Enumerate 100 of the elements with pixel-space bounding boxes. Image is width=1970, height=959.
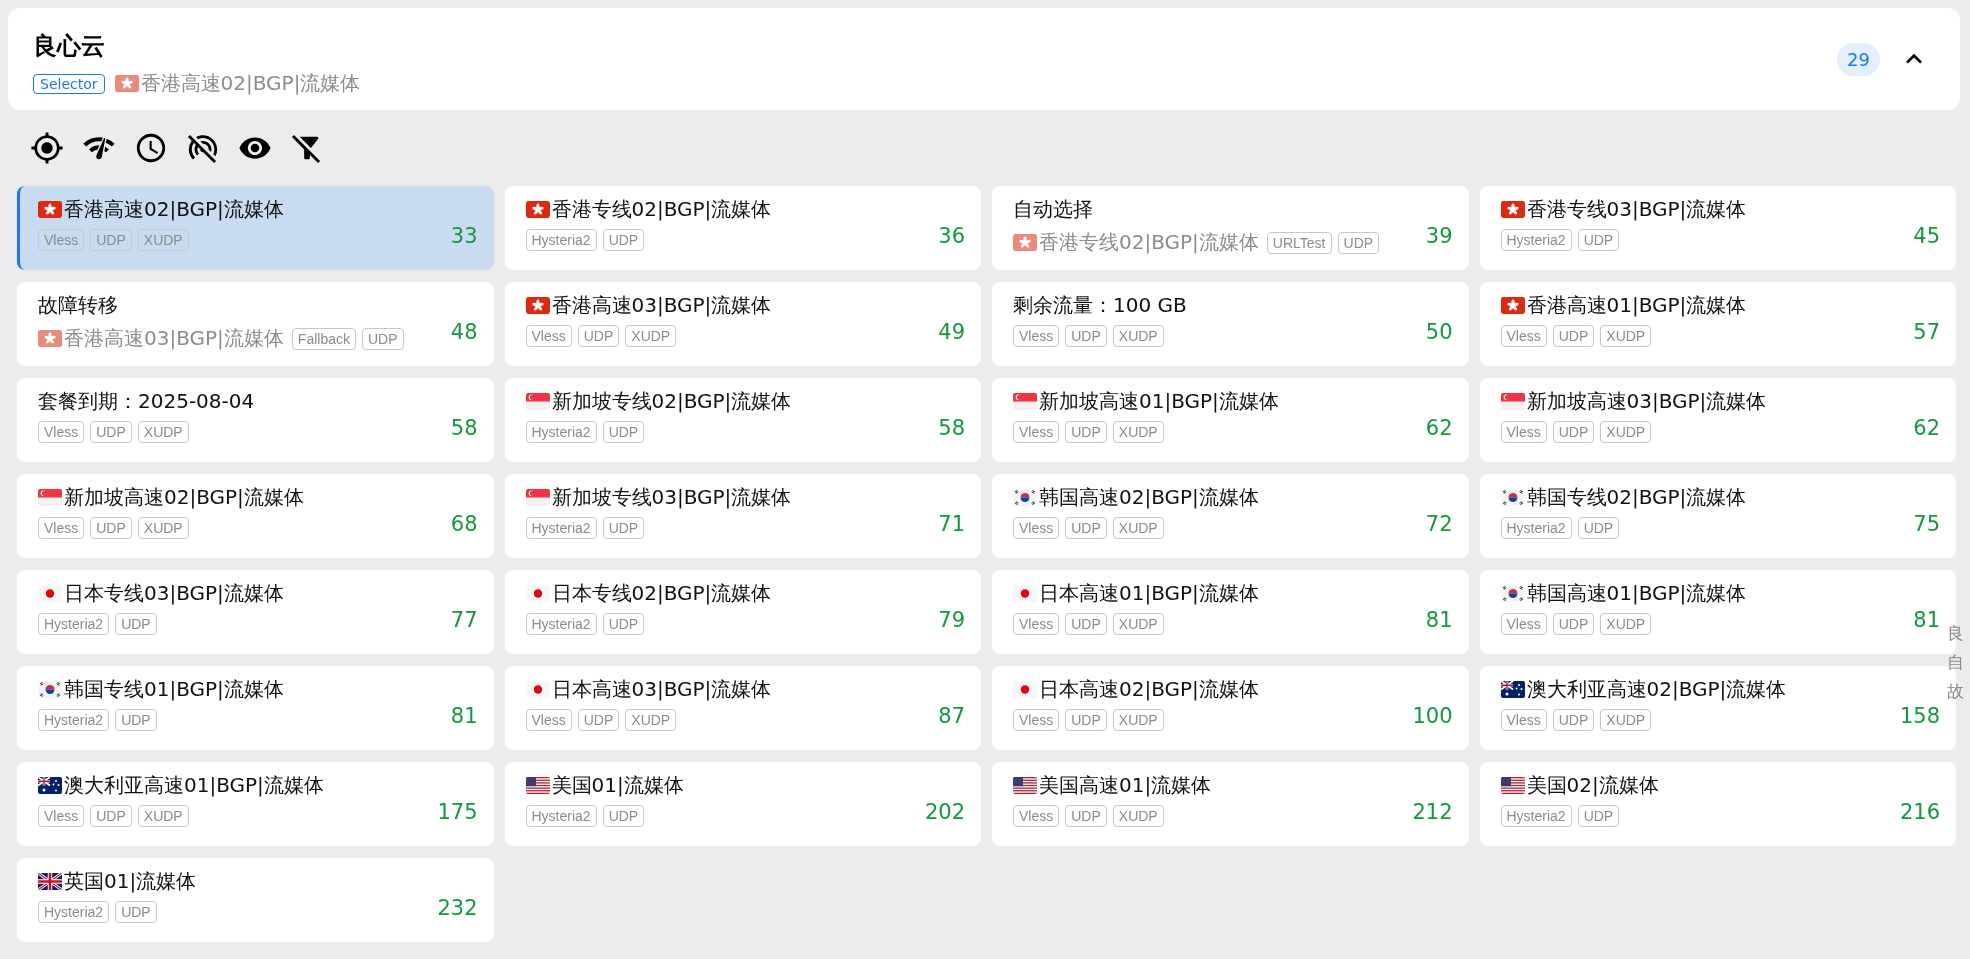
proxy-card[interactable]: 日本专线02|BGP|流媒体 Hysteria2 UDP 79: [504, 570, 981, 654]
proxy-card[interactable]: 韩国专线01|BGP|流媒体 Hysteria2 UDP 81: [17, 666, 494, 750]
proxy-name: 日本高速01|BGP|流媒体: [1039, 580, 1259, 607]
proxy-name: 套餐到期：2025-08-04: [38, 388, 255, 415]
proxy-card[interactable]: 韩国专线02|BGP|流媒体 Hysteria2 UDP 75: [1479, 474, 1956, 558]
protocol-tag: UDP: [602, 421, 645, 443]
protocol-tag: Vless: [1013, 805, 1060, 827]
proxy-name: 韩国专线02|BGP|流媒体: [1526, 484, 1747, 511]
protocol-tag: Vless: [1500, 325, 1547, 347]
proxy-card[interactable]: 香港高速01|BGP|流媒体 Vless UDP XUDP 57: [1479, 282, 1956, 366]
proxy-card[interactable]: 新加坡高速03|BGP|流媒体 Vless UDP XUDP 62: [1479, 378, 1956, 462]
proxy-name: 美国01|流媒体: [551, 772, 684, 799]
protocol-tag: XUDP: [1600, 325, 1652, 347]
proxy-card[interactable]: 香港专线03|BGP|流媒体 Hysteria2 UDP 45: [1479, 186, 1956, 270]
protocol-tag: XUDP: [1600, 421, 1652, 443]
protocol-tag: Vless: [1013, 325, 1060, 347]
protocol-tag: Hysteria2: [525, 421, 597, 443]
protocol-tag: Hysteria2: [525, 805, 597, 827]
flag-icon: [525, 585, 550, 602]
protocol-tag: UDP: [1065, 805, 1107, 827]
protocol-tag: XUDP: [137, 229, 189, 251]
delay-value: 33: [450, 224, 478, 248]
delay-value: 158: [1899, 704, 1940, 728]
protocol-tag: Hysteria2: [1500, 805, 1572, 827]
proxy-card[interactable]: 新加坡高速02|BGP|流媒体 Vless UDP XUDP 68: [17, 474, 494, 558]
proxy-count: 29: [1837, 42, 1880, 76]
protocol-tag: XUDP: [1112, 613, 1164, 635]
delay-value: 68: [450, 512, 478, 536]
delay-value: 45: [1913, 224, 1940, 248]
protocol-tag: Vless: [38, 805, 85, 827]
proxy-card[interactable]: 澳大利亚高速01|BGP|流媒体 Vless UDP XUDP 175: [17, 762, 494, 846]
protocol-tag: UDP: [362, 327, 404, 350]
flag-icon: [38, 330, 62, 347]
protocol-tag: Vless: [38, 229, 85, 251]
proxy-name: 韩国专线01|BGP|流媒体: [64, 676, 284, 703]
protocol-tag: Fallback: [291, 327, 356, 350]
protocol-tag: UDP: [1065, 613, 1107, 635]
proxy-card[interactable]: 自动选择 香港专线02|BGP|流媒体 URLTest UDP 39: [992, 186, 1469, 270]
proxy-card[interactable]: 韩国高速02|BGP|流媒体 Vless UDP XUDP 72: [992, 474, 1469, 558]
proxy-card[interactable]: 美国高速01|流媒体 Vless UDP XUDP 212: [992, 762, 1469, 846]
protocol-tag: Hysteria2: [38, 901, 110, 923]
flag-icon: [1500, 393, 1525, 410]
protocol-tag: UDP: [1577, 229, 1620, 251]
proxy-card[interactable]: 剩余流量：100 GB Vless UDP XUDP 50: [992, 282, 1469, 366]
locate-button[interactable]: [28, 130, 66, 166]
flag-icon: [38, 681, 62, 698]
delay-value: 81: [1425, 608, 1453, 632]
proxy-card[interactable]: 香港高速03|BGP|流媒体 Vless UDP XUDP 49: [504, 282, 981, 366]
flag-icon: [525, 681, 550, 698]
delay-value: 72: [1425, 512, 1453, 536]
proxy-card[interactable]: 英国01|流媒体 Hysteria2 UDP 232: [17, 858, 494, 942]
proxy-card[interactable]: 新加坡专线03|BGP|流媒体 Hysteria2 UDP 71: [504, 474, 981, 558]
protocol-tag: XUDP: [137, 421, 189, 443]
proxy-card[interactable]: 新加坡专线02|BGP|流媒体 Hysteria2 UDP 58: [504, 378, 981, 462]
delay-value: 71: [938, 512, 965, 536]
protocol-tag: UDP: [1552, 613, 1595, 635]
protocol-tag: UDP: [602, 229, 645, 251]
proxy-card[interactable]: 套餐到期：2025-08-04 Vless UDP XUDP 58: [17, 378, 494, 462]
protocol-tag: XUDP: [1112, 421, 1164, 443]
delay-value: 212: [1412, 800, 1453, 824]
proxy-name: 美国02|流媒体: [1526, 772, 1659, 799]
proxy-name: 日本高速02|BGP|流媒体: [1039, 676, 1259, 703]
protocol-tag: XUDP: [625, 325, 677, 347]
protocol-tag: Hysteria2: [525, 517, 597, 539]
proxy-card[interactable]: 日本专线03|BGP|流媒体 Hysteria2 UDP 77: [17, 570, 494, 654]
proxy-card[interactable]: 香港专线02|BGP|流媒体 Hysteria2 UDP 36: [504, 186, 981, 270]
delay-value: 48: [450, 320, 478, 344]
delay-value: 202: [924, 800, 965, 824]
delay-value: 49: [938, 320, 965, 344]
delay-value: 50: [1425, 320, 1453, 344]
protocol-tag: UDP: [1552, 709, 1595, 731]
protocol-tag: UDP: [1552, 421, 1595, 443]
current-proxy: 香港高速02|BGP|流媒体: [140, 70, 361, 97]
flag-icon: [525, 489, 550, 506]
proxy-card[interactable]: 美国02|流媒体 Hysteria2 UDP 216: [1479, 762, 1956, 846]
proxy-name: 澳大利亚高速01|BGP|流媒体: [64, 772, 324, 799]
proxy-card[interactable]: 日本高速03|BGP|流媒体 Vless UDP XUDP 87: [504, 666, 981, 750]
delay-value: 216: [1899, 800, 1940, 824]
delay-value: 62: [1913, 416, 1940, 440]
protocol-tag: UDP: [1065, 325, 1107, 347]
protocol-tag: UDP: [90, 517, 132, 539]
proxy-card[interactable]: 新加坡高速01|BGP|流媒体 Vless UDP XUDP 62: [992, 378, 1469, 462]
protocol-tag: Vless: [1500, 613, 1547, 635]
proxy-card[interactable]: 故障转移 香港高速03|BGP|流媒体 Fallback UDP 48: [17, 282, 494, 366]
proxy-name: 日本高速03|BGP|流媒体: [551, 676, 772, 703]
protocol-tag: Vless: [38, 421, 85, 443]
delay-value: 75: [1913, 512, 1940, 536]
proxy-card[interactable]: 日本高速01|BGP|流媒体 Vless UDP XUDP 81: [992, 570, 1469, 654]
protocol-tag: UDP: [1577, 805, 1620, 827]
protocol-tag: UDP: [577, 325, 620, 347]
protocol-tag: XUDP: [625, 709, 677, 731]
proxy-card[interactable]: 香港高速02|BGP|流媒体 Vless UDP XUDP 33: [17, 186, 494, 270]
flag-icon: [1500, 585, 1525, 602]
protocol-tag: Vless: [1013, 613, 1060, 635]
proxy-card[interactable]: 日本高速02|BGP|流媒体 Vless UDP XUDP 100: [992, 666, 1469, 750]
proxy-name: 香港专线02|BGP|流媒体: [551, 196, 772, 223]
flag-icon: [1013, 489, 1037, 506]
flag-icon: [38, 777, 62, 794]
delay-value: 79: [938, 608, 965, 632]
proxy-card[interactable]: 美国01|流媒体 Hysteria2 UDP 202: [504, 762, 981, 846]
